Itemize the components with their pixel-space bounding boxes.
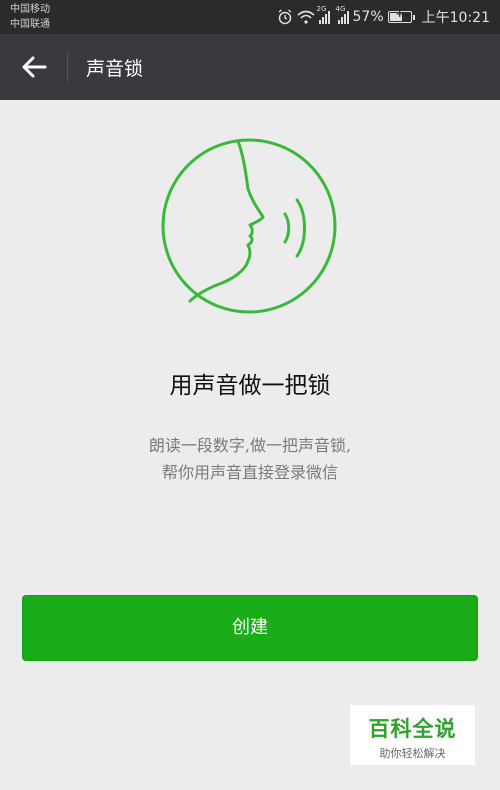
alarm-icon	[278, 9, 291, 25]
description-line-1: 朗读一段数字,做一把声音锁,	[148, 436, 352, 455]
battery-icon: +	[387, 9, 415, 23]
back-button[interactable]	[18, 51, 50, 83]
carrier-1-label: 中国移动	[10, 4, 50, 15]
app-bar: 声音锁	[0, 34, 500, 100]
voice-face-illustration	[161, 138, 337, 314]
wifi-icon	[296, 10, 315, 24]
signal-4g-icon: 4G	[336, 5, 349, 24]
arrow-left-icon	[22, 56, 47, 78]
status-icons: 2G 4G 57% + 上午10:21	[277, 0, 490, 34]
signal-4g-tag: 4G	[335, 5, 346, 13]
signal-2g-icon: 2G	[317, 5, 330, 24]
clock: 上午10:21	[421, 10, 490, 26]
status-bar: 中国移动 中国联通 2G 4G 57% + 上午10:21	[0, 0, 500, 34]
watermark-title: 百科全说	[368, 717, 457, 741]
carrier-2-label: 中国联通	[10, 19, 50, 30]
app-bar-divider	[67, 52, 68, 82]
description-line-2: 帮你用声音直接登录微信	[161, 463, 338, 482]
page-title: 声音锁	[86, 58, 144, 80]
create-button[interactable]: 创建	[22, 595, 478, 661]
headline: 用声音做一把锁	[169, 373, 331, 399]
battery-percent: 57%	[352, 9, 384, 25]
watermark-logo: 百科全说 助你轻松解决	[350, 705, 475, 765]
signal-2g-tag: 2G	[316, 5, 327, 13]
watermark-subtitle: 助你轻松解决	[379, 747, 446, 760]
